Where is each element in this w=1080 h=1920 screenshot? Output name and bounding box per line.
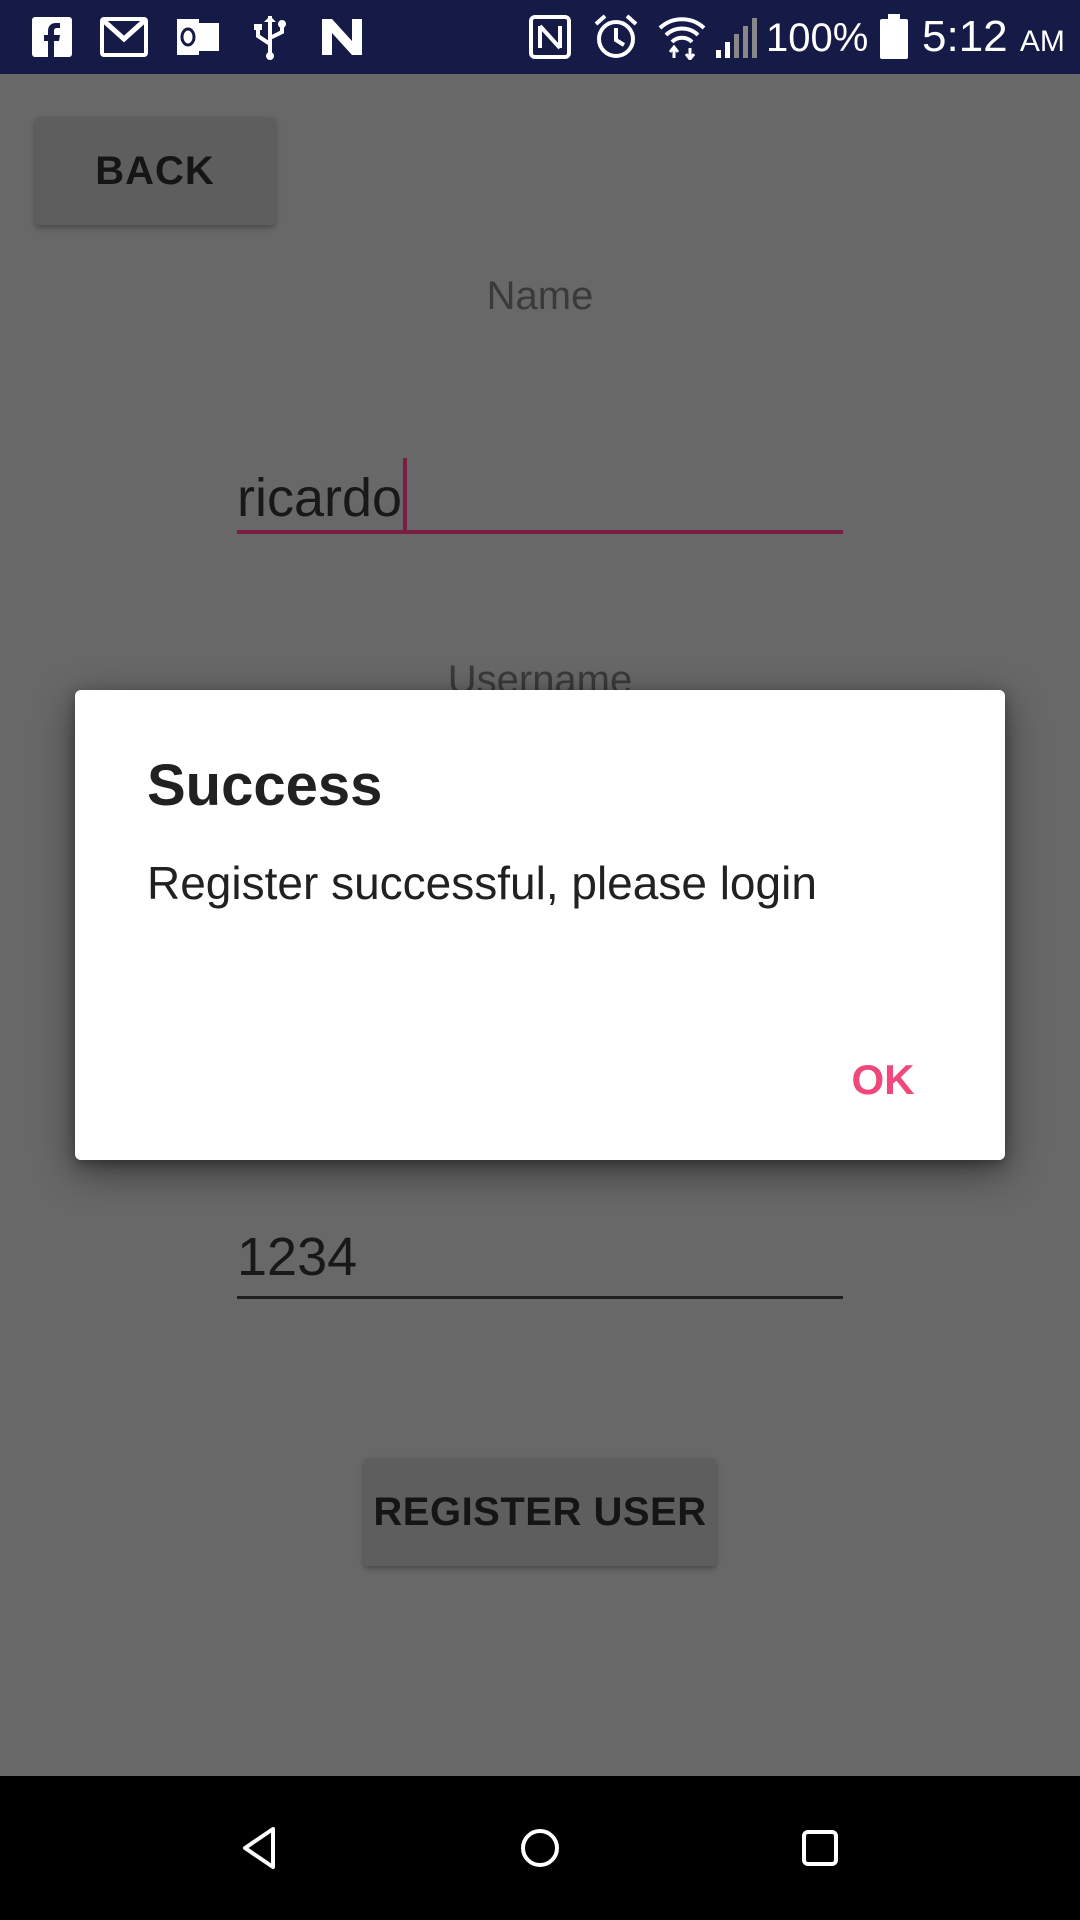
wifi-icon: [658, 13, 706, 61]
password-input-underline: [237, 1296, 843, 1299]
clock-time: 5:12: [922, 12, 1008, 61]
home-nav-icon[interactable]: [500, 1808, 580, 1888]
alarm-icon: [592, 13, 640, 61]
usb-icon: [246, 13, 294, 61]
name-input-underline: [237, 530, 843, 534]
status-bar: 100% 5:12 AM: [0, 0, 1080, 74]
battery-icon: [870, 13, 918, 61]
name-input[interactable]: ricardo: [237, 458, 843, 530]
name-input-value: ricardo: [237, 468, 403, 528]
gmail-icon: [100, 13, 148, 61]
name-label: Name: [486, 274, 594, 318]
nfc-icon: [526, 13, 574, 61]
dialog-title: Success: [147, 753, 383, 818]
text-cursor: [403, 458, 408, 530]
clock-suffix: AM: [1019, 25, 1065, 58]
success-dialog: Success Register successful, please logi…: [75, 690, 1005, 1160]
outlook-icon: [174, 13, 222, 61]
navigation-bar: [0, 1776, 1080, 1920]
back-nav-icon[interactable]: [220, 1808, 300, 1888]
recents-nav-icon[interactable]: [780, 1808, 860, 1888]
dialog-message: Register successful, please login: [147, 857, 817, 909]
n-app-icon: [318, 13, 366, 61]
password-input-value: 1234: [237, 1227, 358, 1287]
back-button[interactable]: BACK: [35, 117, 275, 225]
facebook-icon: [28, 13, 76, 61]
ok-button[interactable]: OK: [823, 1045, 943, 1115]
battery-percent: 100%: [766, 16, 869, 60]
clock: 5:12 AM: [922, 10, 1065, 69]
register-user-button[interactable]: REGISTER USER: [364, 1458, 716, 1566]
signal-icon: [712, 13, 760, 61]
password-input[interactable]: 1234: [237, 1226, 843, 1288]
